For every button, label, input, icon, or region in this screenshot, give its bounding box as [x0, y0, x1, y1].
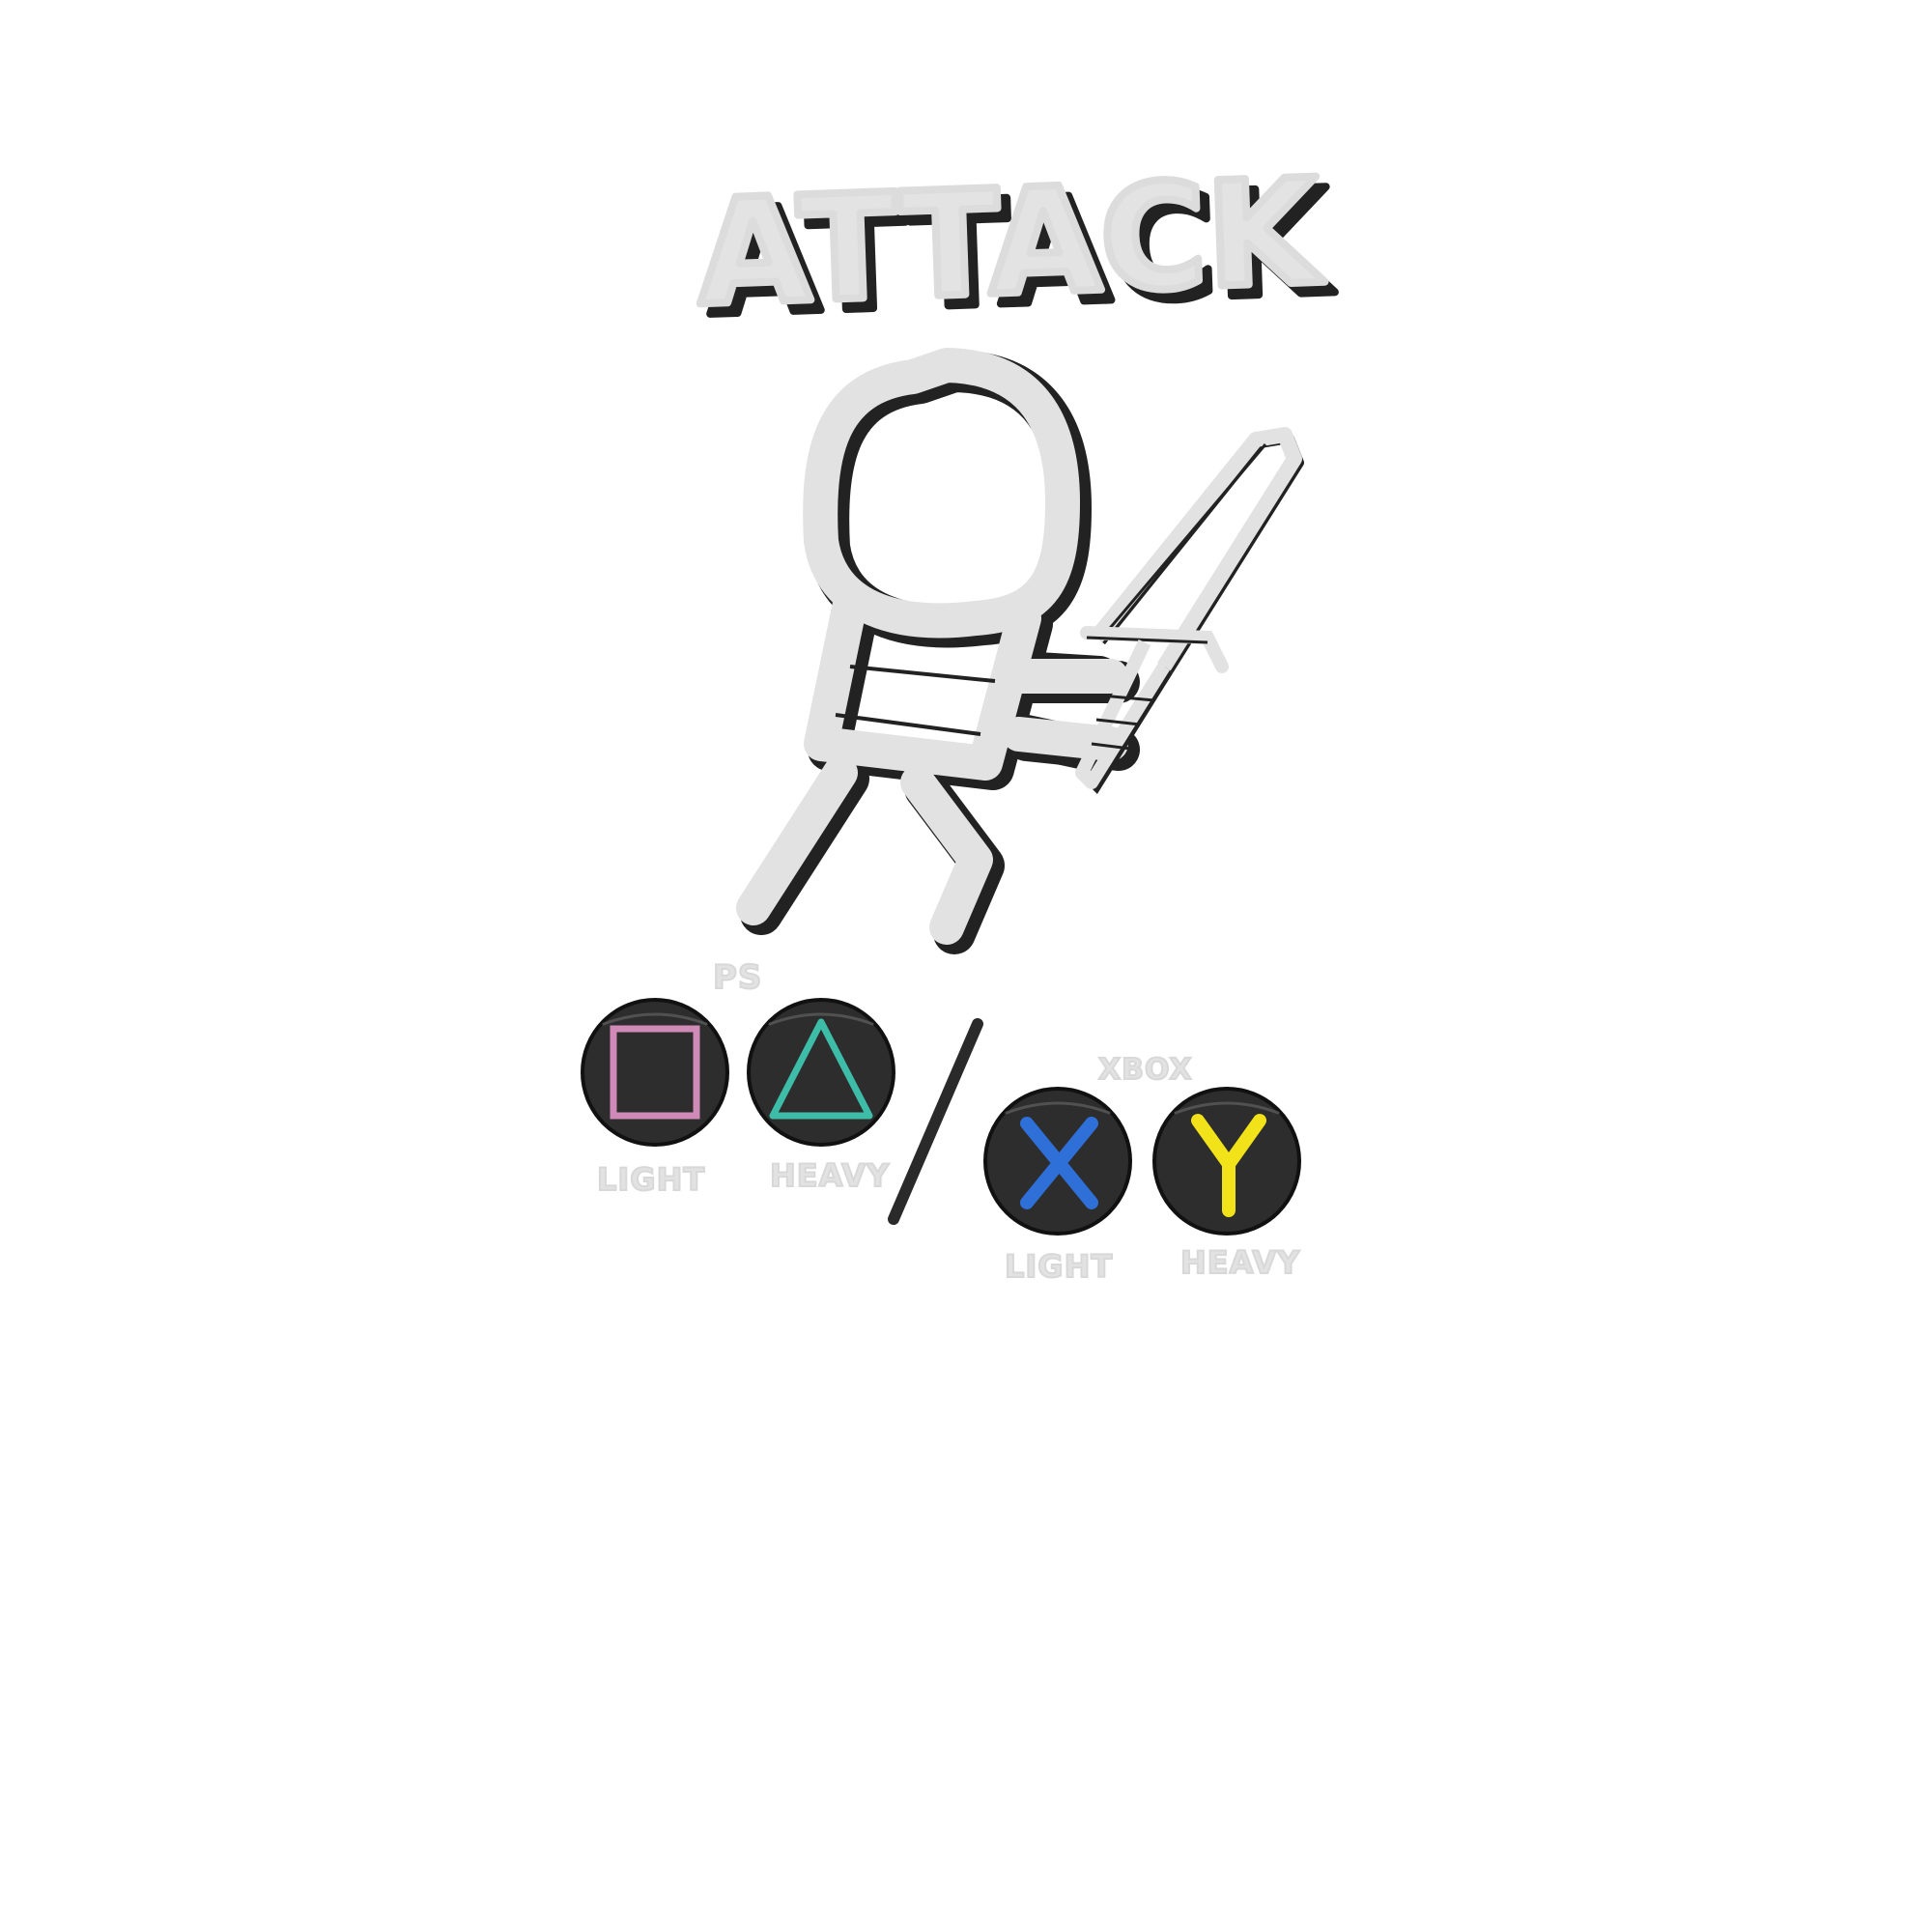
ps-triangle-button[interactable]: HEAVY [747, 998, 895, 1195]
ps-square-button[interactable]: LIGHT [581, 998, 729, 1199]
ps-square-label: LIGHT [597, 1161, 705, 1198]
title-group: ATTACK ATTACK [691, 145, 1340, 353]
character-head [803, 348, 1080, 639]
sword-icon [1075, 427, 1304, 794]
xbox-x-label: LIGHT [1005, 1248, 1113, 1285]
character-right-leg [900, 765, 993, 945]
ps-platform-label: PS [713, 958, 762, 997]
ps-triangle-label: HEAVY [770, 1157, 890, 1194]
attack-controls-scene: ATTACK ATTACK PS LIGHT HEAVY XBOX LIGHT … [581, 145, 1340, 1286]
xbox-y-button[interactable]: HEAVY [1152, 1087, 1301, 1282]
stick-figure-with-sword-icon [736, 348, 1304, 954]
page-title: ATTACK [695, 149, 1326, 339]
slash-divider-icon [888, 1018, 983, 1225]
xbox-x-button[interactable]: LIGHT [983, 1087, 1132, 1286]
xbox-platform-label: XBOX [1098, 1053, 1193, 1087]
xbox-y-label: HEAVY [1180, 1244, 1300, 1281]
